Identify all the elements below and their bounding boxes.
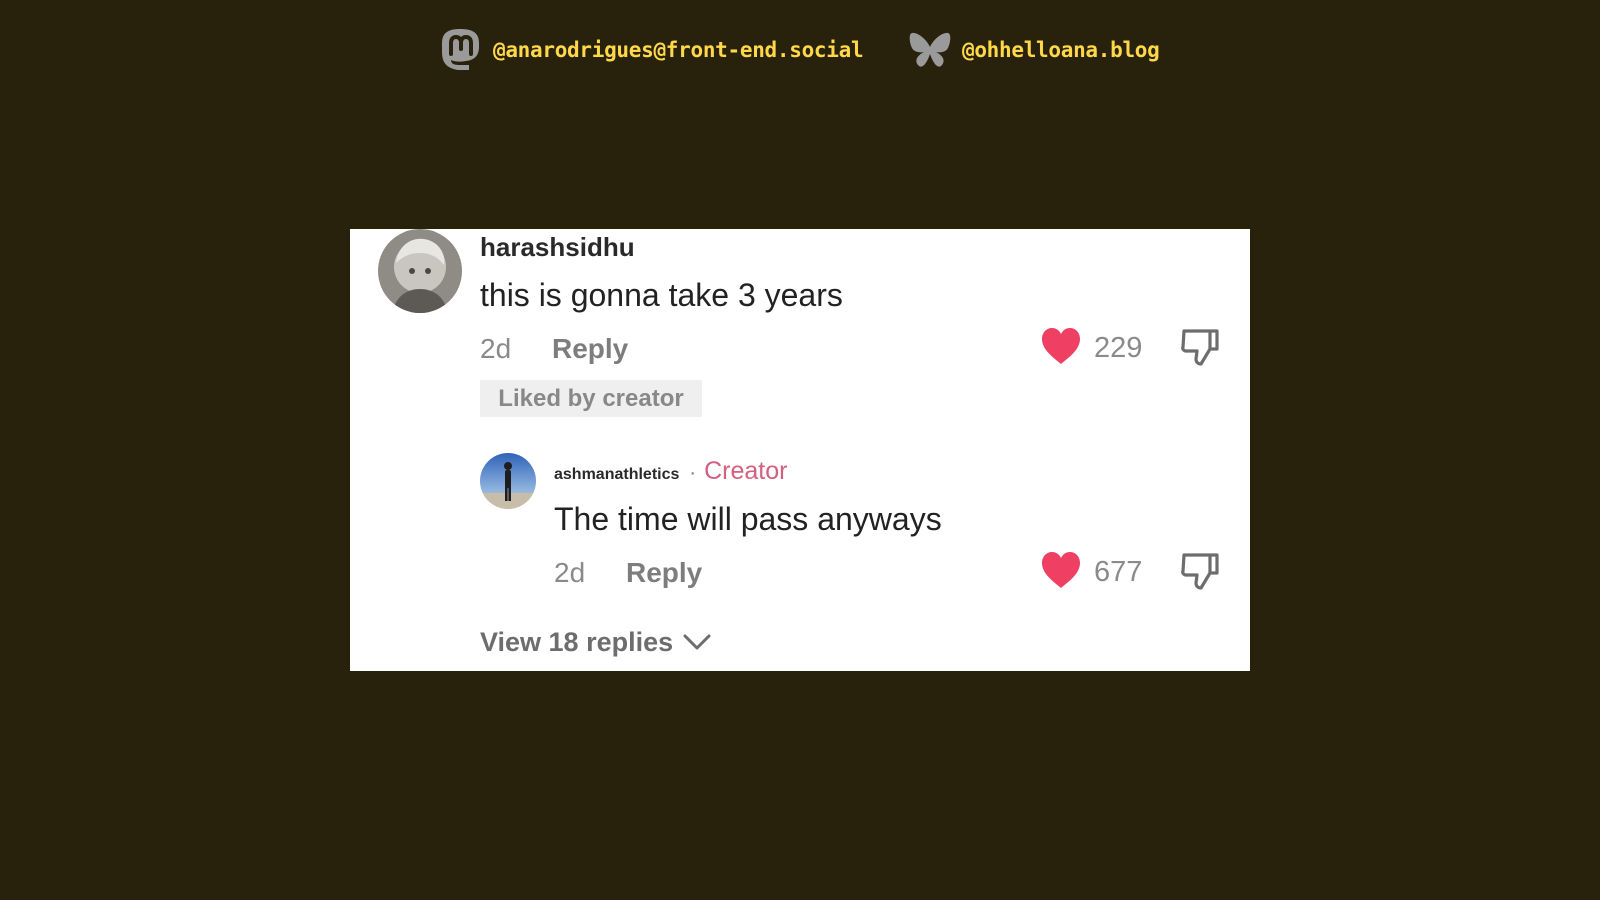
liked-by-creator-badge: Liked by creator [480, 380, 702, 417]
mastodon-handle-text: @anarodrigues@front-end.social [493, 38, 864, 62]
view-replies-button[interactable]: View 18 replies [480, 627, 711, 658]
avatar[interactable] [480, 453, 536, 509]
thumbs-down-icon [1180, 553, 1220, 595]
separator-dot: · [689, 462, 697, 484]
bluesky-handle-link[interactable]: @ohhelloana.blog [908, 26, 1160, 74]
bluesky-handle-text: @ohhelloana.blog [962, 38, 1160, 62]
reply-timestamp: 2d [554, 557, 586, 588]
heart-icon [1040, 551, 1082, 593]
mastodon-icon [439, 27, 483, 73]
like-count: 229 [1094, 331, 1143, 364]
like-button[interactable]: 229 [1040, 327, 1142, 369]
comment-text: this is gonna take 3 years [480, 277, 843, 313]
view-replies-label: View 18 replies [480, 627, 674, 657]
dislike-button[interactable] [1180, 551, 1220, 595]
bluesky-butterfly-icon [908, 30, 952, 70]
reply-author-line: ashmanathletics · Creator [554, 457, 787, 486]
comment-card: harashsidhu this is gonna take 3 years 2… [350, 229, 1250, 671]
reply-button[interactable]: Reply [626, 557, 702, 589]
like-count: 677 [1094, 555, 1143, 588]
like-button[interactable]: 677 [1040, 551, 1142, 593]
thumbs-down-icon [1180, 329, 1220, 371]
reply-text: The time will pass anyways [554, 501, 942, 537]
heart-icon [1040, 327, 1082, 369]
reply-button[interactable]: Reply [552, 333, 628, 365]
mastodon-handle-link[interactable]: @anarodrigues@front-end.social [439, 26, 864, 74]
avatar[interactable] [378, 229, 462, 313]
creator-badge: Creator [704, 457, 788, 485]
reply-username[interactable]: ashmanathletics [554, 466, 679, 484]
comment-timestamp: 2d [480, 333, 512, 364]
dislike-button[interactable] [1180, 327, 1220, 371]
comment-username[interactable]: harashsidhu [480, 232, 635, 263]
chevron-down-icon [673, 627, 711, 658]
